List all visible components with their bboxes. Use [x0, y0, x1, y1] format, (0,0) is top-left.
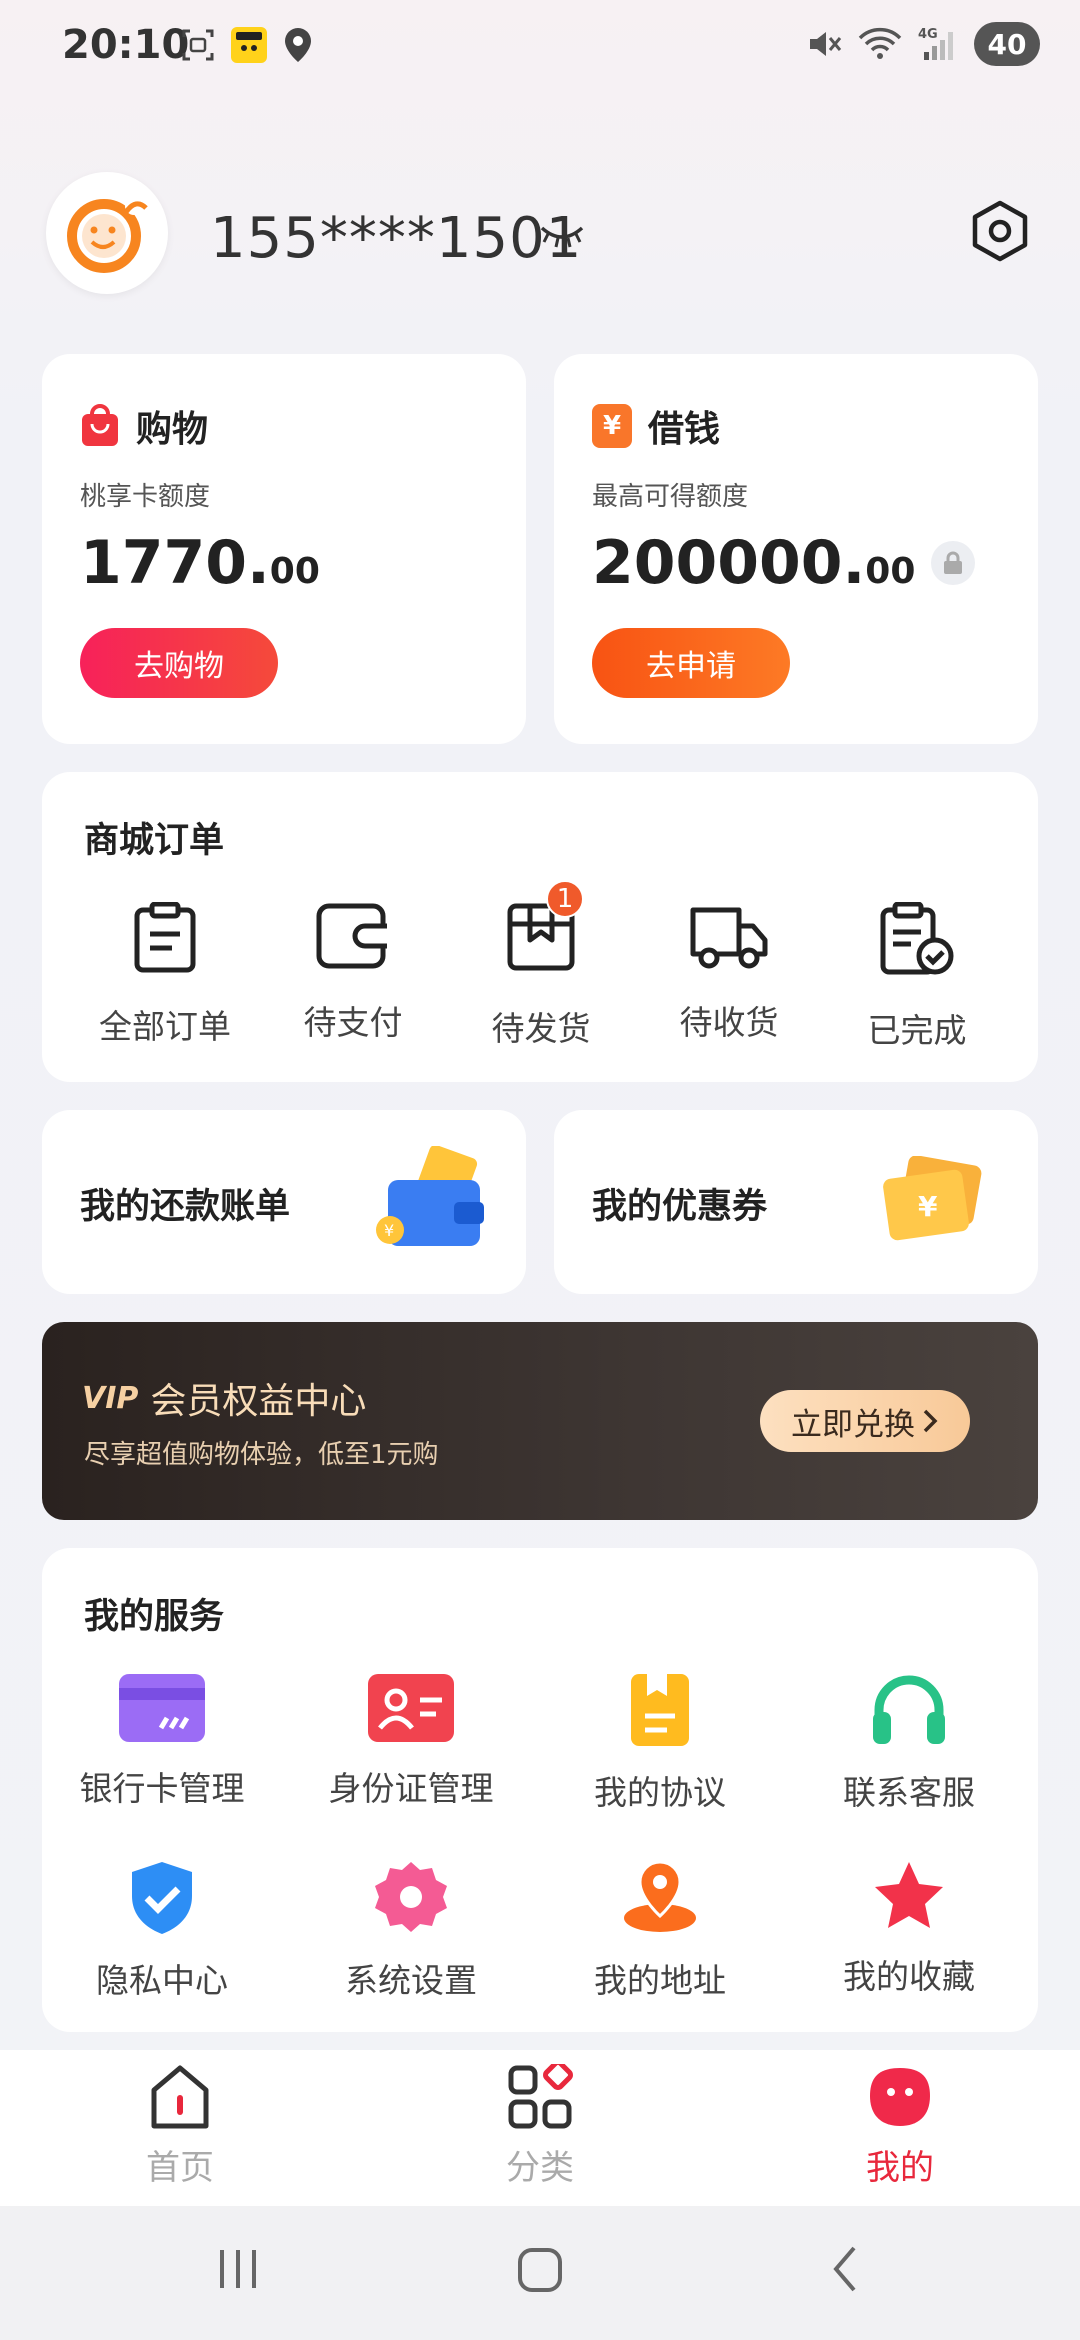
service-system-settings[interactable]: 系统设置: [291, 1860, 531, 2002]
mall-orders-title: 商城订单: [84, 821, 225, 861]
vip-title: 会员权益中心: [150, 1381, 367, 1422]
repayment-bill-card[interactable]: 我的还款账单 ¥: [42, 1110, 526, 1294]
vip-banner[interactable]: VIP 会员权益中心 尽享超值购物体验，低至1元购 立即兑换: [42, 1322, 1038, 1520]
tab-home[interactable]: 首页: [80, 2064, 280, 2189]
mall-orders-section: 商城订单 全部订单 待支付 1 待发货 待收货 已完成: [42, 772, 1038, 1082]
apply-loan-button[interactable]: 去申请: [592, 628, 790, 698]
home-icon: [151, 2065, 209, 2129]
mascot-avatar-icon: [67, 197, 148, 273]
home-button-icon[interactable]: [516, 2244, 564, 2294]
back-icon[interactable]: [828, 2244, 862, 2294]
shopping-card[interactable]: 购物 桃享卡额度 1770. 00 去购物: [42, 354, 526, 744]
shopping-credit-label: 桃享卡额度: [80, 482, 211, 512]
avatar[interactable]: [46, 172, 168, 294]
profile-header: 155****1501: [46, 172, 1036, 296]
wallet-bill-icon: ¥: [376, 1146, 484, 1246]
clipboard-check-icon: [880, 902, 954, 975]
system-navigation-bar: [0, 2206, 1080, 2340]
user-phone: 155****1501: [210, 206, 583, 271]
lock-icon: [931, 541, 976, 585]
wallet-icon: [316, 903, 387, 969]
location-pin-icon: [624, 1860, 696, 1932]
tab-category[interactable]: 分类: [440, 2064, 640, 2189]
mute-icon: [810, 32, 842, 56]
service-customer-support[interactable]: 联系客服: [789, 1672, 1029, 1814]
order-pending-payment[interactable]: 待支付: [258, 902, 448, 1044]
my-services-section: 我的服务 银行卡管理 身份证管理 我的协议 联系客服 隐私中心 系统设置 我的地…: [42, 1548, 1038, 2032]
coupon-icon: ¥: [883, 1156, 982, 1241]
star-icon: [875, 1862, 943, 1928]
order-completed[interactable]: 已完成: [822, 902, 1012, 1052]
chevron-right-icon: [923, 1409, 938, 1433]
go-shopping-button[interactable]: 去购物: [80, 628, 278, 698]
service-bank-card[interactable]: 银行卡管理: [42, 1672, 282, 1810]
svg-text:¥: ¥: [384, 1221, 394, 1240]
service-id-card[interactable]: 身份证管理: [291, 1672, 531, 1810]
truck-icon: [690, 907, 768, 969]
tab-mine[interactable]: 我的: [800, 2064, 1000, 2189]
order-all[interactable]: 全部订单: [70, 902, 260, 1048]
order-pending-shipment[interactable]: 1 待发货: [446, 880, 636, 1050]
category-icon: [508, 2064, 573, 2129]
clipboard-icon: [134, 902, 196, 973]
profile-face-icon: [870, 2068, 930, 2126]
my-services-title: 我的服务: [84, 1597, 225, 1637]
status-time: 20:10: [62, 22, 190, 68]
screenshot-icon: [182, 29, 214, 61]
shopping-card-title: 购物: [136, 409, 209, 450]
vip-logo: VIP: [82, 1380, 139, 1416]
gear-icon: [375, 1862, 447, 1932]
loan-card-title: 借钱: [648, 409, 721, 450]
loan-credit-label: 最高可得额度: [592, 482, 749, 512]
service-my-address[interactable]: 我的地址: [540, 1860, 780, 2002]
eye-closed-icon[interactable]: [538, 222, 586, 252]
recent-apps-icon[interactable]: [216, 2244, 260, 2294]
location-icon: [285, 28, 311, 62]
status-bar: 20:10 4G 40: [0, 0, 1080, 96]
signal-icon: 4G: [918, 27, 953, 60]
id-card-icon: [368, 1674, 454, 1742]
loan-credit-amount: 200000. 00: [592, 528, 976, 598]
svg-text:¥: ¥: [918, 1190, 938, 1223]
headset-icon: [873, 1675, 945, 1744]
battery-indicator: 40: [974, 22, 1040, 66]
pending-shipment-count-badge: 1: [546, 880, 584, 918]
agreement-icon: [631, 1674, 689, 1746]
service-privacy-center[interactable]: 隐私中心: [42, 1860, 282, 2002]
shield-check-icon: [132, 1862, 192, 1934]
redeem-now-button[interactable]: 立即兑换: [760, 1390, 970, 1452]
service-agreements[interactable]: 我的协议: [540, 1672, 780, 1814]
app-notification-icon: [231, 27, 267, 63]
vip-subtitle: 尽享超值购物体验，低至1元购: [84, 1440, 439, 1470]
shopping-bag-icon: [82, 404, 118, 446]
coupons-card[interactable]: 我的优惠券 ¥: [554, 1110, 1038, 1294]
service-my-favorites[interactable]: 我的收藏: [789, 1860, 1029, 1998]
settings-icon[interactable]: [970, 200, 1030, 262]
wifi-icon: [858, 27, 902, 59]
bottom-tab-bar: 首页 分类 我的: [0, 2050, 1080, 2206]
bank-card-icon: [119, 1674, 205, 1742]
yuan-icon: ¥: [592, 404, 632, 448]
repayment-bill-title: 我的还款账单: [80, 1187, 291, 1227]
order-pending-receipt[interactable]: 待收货: [634, 902, 824, 1044]
shopping-credit-amount: 1770. 00: [80, 528, 320, 598]
coupons-title: 我的优惠券: [592, 1187, 768, 1227]
loan-card[interactable]: ¥ 借钱 最高可得额度 200000. 00 去申请: [554, 354, 1038, 744]
svg-text:4G: 4G: [918, 27, 938, 42]
